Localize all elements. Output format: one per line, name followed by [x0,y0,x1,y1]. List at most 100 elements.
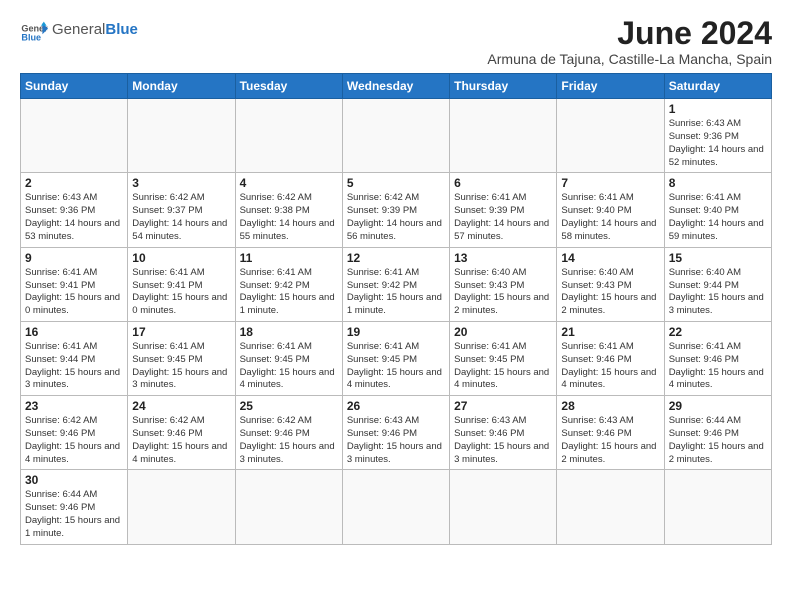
calendar-cell: 9Sunrise: 6:41 AM Sunset: 9:41 PM Daylig… [21,247,128,321]
day-info: Sunrise: 6:41 AM Sunset: 9:46 PM Dayligh… [669,341,767,392]
calendar-cell [21,99,128,173]
calendar-cell: 13 Sunrise: 6:40 AM Sunset: 9:43 PM Dayli… [450,247,557,321]
day-info: Sunrise: 6:41 AM Sunset: 9:44 PM Dayligh… [25,341,123,392]
day-info: Sunrise: 6:41 AM Sunset: 9:42 PM Dayligh… [240,267,338,318]
calendar-cell: 14 Sunrise: 6:40 AM Sunset: 9:43 PM Dayli… [557,247,664,321]
day-info: Sunrise: 6:41 AM Sunset: 9:46 PM Dayligh… [561,341,659,392]
day-number: 3 [132,176,230,190]
calendar-cell [342,99,449,173]
day-info: Sunrise: 6:41 AM Sunset: 9:40 PM Dayligh… [561,192,659,243]
day-number: 30 [25,473,123,487]
calendar-week-2: 2Sunrise: 6:43 AM Sunset: 9:36 PM Daylig… [21,173,772,247]
day-number: 14 [561,251,659,265]
day-number: 28 [561,399,659,413]
calendar-week-4: 16 Sunrise: 6:41 AM Sunset: 9:44 PM Dayli… [21,321,772,395]
calendar-cell: 4 Sunrise: 6:42 AM Sunset: 9:38 PM Daylig… [235,173,342,247]
calendar-cell: 15Sunrise: 6:40 AM Sunset: 9:44 PM Dayli… [664,247,771,321]
calendar-subtitle: Armuna de Tajuna, Castille-La Mancha, Sp… [487,51,772,67]
title-block: June 2024 Armuna de Tajuna, Castille-La … [487,16,772,67]
day-info: Sunrise: 6:40 AM Sunset: 9:44 PM Dayligh… [669,267,767,318]
day-info: Sunrise: 6:40 AM Sunset: 9:43 PM Dayligh… [561,267,659,318]
day-info: Sunrise: 6:43 AM Sunset: 9:46 PM Dayligh… [561,415,659,466]
day-number: 16 [25,325,123,339]
calendar-cell: 6Sunrise: 6:41 AM Sunset: 9:39 PM Daylig… [450,173,557,247]
day-number: 8 [669,176,767,190]
day-number: 13 [454,251,552,265]
day-number: 24 [132,399,230,413]
day-number: 7 [561,176,659,190]
calendar-cell: 26 Sunrise: 6:43 AM Sunset: 9:46 PM Dayli… [342,396,449,470]
day-info: Sunrise: 6:43 AM Sunset: 9:36 PM Dayligh… [669,118,767,169]
day-number: 5 [347,176,445,190]
day-number: 25 [240,399,338,413]
calendar-week-6: 30 Sunrise: 6:44 AM Sunset: 9:46 PM Dayli… [21,470,772,544]
day-info: Sunrise: 6:42 AM Sunset: 9:37 PM Dayligh… [132,192,230,243]
day-number: 27 [454,399,552,413]
day-info: Sunrise: 6:44 AM Sunset: 9:46 PM Dayligh… [25,489,123,540]
svg-text:Blue: Blue [21,33,41,43]
logo-text: GeneralBlue [52,22,138,39]
day-number: 17 [132,325,230,339]
calendar-cell: 30 Sunrise: 6:44 AM Sunset: 9:46 PM Dayli… [21,470,128,544]
day-number: 1 [669,102,767,116]
header-cell-tuesday: Tuesday [235,74,342,99]
calendar-cell [342,470,449,544]
day-info: Sunrise: 6:42 AM Sunset: 9:38 PM Dayligh… [240,192,338,243]
calendar-cell: 28 Sunrise: 6:43 AM Sunset: 9:46 PM Dayli… [557,396,664,470]
calendar-cell: 1 Sunrise: 6:43 AM Sunset: 9:36 PM Daylig… [664,99,771,173]
day-info: Sunrise: 6:41 AM Sunset: 9:45 PM Dayligh… [347,341,445,392]
header-cell-saturday: Saturday [664,74,771,99]
day-number: 26 [347,399,445,413]
day-number: 21 [561,325,659,339]
day-number: 4 [240,176,338,190]
day-number: 18 [240,325,338,339]
day-info: Sunrise: 6:42 AM Sunset: 9:39 PM Dayligh… [347,192,445,243]
calendar-cell: 24Sunrise: 6:42 AM Sunset: 9:46 PM Dayli… [128,396,235,470]
day-info: Sunrise: 6:41 AM Sunset: 9:45 PM Dayligh… [240,341,338,392]
day-number: 12 [347,251,445,265]
calendar-cell [128,99,235,173]
day-number: 20 [454,325,552,339]
day-info: Sunrise: 6:41 AM Sunset: 9:40 PM Dayligh… [669,192,767,243]
day-info: Sunrise: 6:41 AM Sunset: 9:41 PM Dayligh… [132,267,230,318]
calendar-cell [664,470,771,544]
calendar-cell: 16 Sunrise: 6:41 AM Sunset: 9:44 PM Dayli… [21,321,128,395]
page-header: General Blue GeneralBlue June 2024 Armun… [20,16,772,67]
calendar-cell: 19Sunrise: 6:41 AM Sunset: 9:45 PM Dayli… [342,321,449,395]
header-cell-thursday: Thursday [450,74,557,99]
logo: General Blue GeneralBlue [20,16,138,44]
calendar-title: June 2024 [487,16,772,51]
calendar-cell: 29Sunrise: 6:44 AM Sunset: 9:46 PM Dayli… [664,396,771,470]
day-number: 11 [240,251,338,265]
header-cell-monday: Monday [128,74,235,99]
calendar-cell: 10Sunrise: 6:41 AM Sunset: 9:41 PM Dayli… [128,247,235,321]
day-info: Sunrise: 6:40 AM Sunset: 9:43 PM Dayligh… [454,267,552,318]
calendar-cell: 23Sunrise: 6:42 AM Sunset: 9:46 PM Dayli… [21,396,128,470]
day-info: Sunrise: 6:42 AM Sunset: 9:46 PM Dayligh… [25,415,123,466]
calendar-cell: 2Sunrise: 6:43 AM Sunset: 9:36 PM Daylig… [21,173,128,247]
calendar-week-3: 9 Sunrise: 6:41 AM Sunset: 9:41 PM Daylig… [21,247,772,321]
calendar-cell [235,99,342,173]
calendar-cell: 20 Sunrise: 6:41 AM Sunset: 9:45 PM Dayli… [450,321,557,395]
day-info: Sunrise: 6:43 AM Sunset: 9:46 PM Dayligh… [347,415,445,466]
day-info: Sunrise: 6:43 AM Sunset: 9:46 PM Dayligh… [454,415,552,466]
calendar-cell: 25Sunrise: 6:42 AM Sunset: 9:46 PM Dayli… [235,396,342,470]
header-cell-friday: Friday [557,74,664,99]
day-info: Sunrise: 6:41 AM Sunset: 9:45 PM Dayligh… [132,341,230,392]
calendar-cell: 7 Sunrise: 6:41 AM Sunset: 9:40 PM Daylig… [557,173,664,247]
day-info: Sunrise: 6:41 AM Sunset: 9:42 PM Dayligh… [347,267,445,318]
logo-icon: General Blue [20,16,48,44]
calendar-cell [450,99,557,173]
day-number: 6 [454,176,552,190]
day-info: Sunrise: 6:43 AM Sunset: 9:36 PM Dayligh… [25,192,123,243]
calendar-cell: 27 Sunrise: 6:43 AM Sunset: 9:46 PM Dayli… [450,396,557,470]
calendar-week-5: 23Sunrise: 6:42 AM Sunset: 9:46 PM Dayli… [21,396,772,470]
calendar-cell: 12 Sunrise: 6:41 AM Sunset: 9:42 PM Dayli… [342,247,449,321]
calendar-body: 1 Sunrise: 6:43 AM Sunset: 9:36 PM Daylig… [21,99,772,545]
calendar-table: SundayMondayTuesdayWednesdayThursdayFrid… [20,73,772,545]
calendar-cell: 18 Sunrise: 6:41 AM Sunset: 9:45 PM Dayli… [235,321,342,395]
calendar-cell: 21 Sunrise: 6:41 AM Sunset: 9:46 PM Dayli… [557,321,664,395]
day-info: Sunrise: 6:41 AM Sunset: 9:45 PM Dayligh… [454,341,552,392]
day-number: 9 [25,251,123,265]
calendar-week-1: 1 Sunrise: 6:43 AM Sunset: 9:36 PM Daylig… [21,99,772,173]
